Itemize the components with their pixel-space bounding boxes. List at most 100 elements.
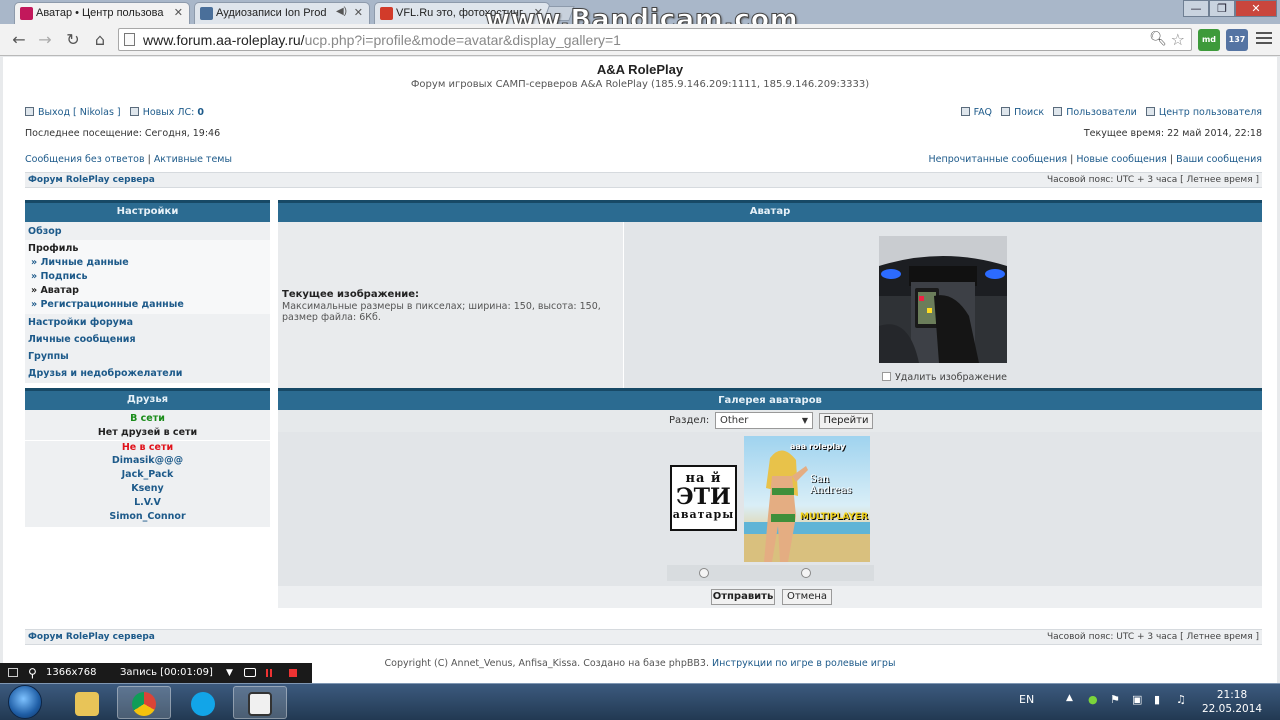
forward-arrow-icon[interactable]: → <box>34 30 56 50</box>
nav-personal-data[interactable]: » Личные данные <box>25 256 270 270</box>
vk-extension-icon[interactable]: 137 <box>1226 29 1248 51</box>
nav-registration[interactable]: » Регистрационные данные <box>25 298 270 312</box>
new-posts-link[interactable]: Новые сообщения <box>1076 154 1167 165</box>
gallery-radio-1[interactable] <box>699 568 709 578</box>
window-mode-icon[interactable] <box>8 668 18 677</box>
new-pm-link[interactable]: Новых ЛС: <box>143 107 195 118</box>
footer-forum-link[interactable]: Форум RolePlay сервера <box>28 630 155 644</box>
bookmark-star-icon[interactable]: ☆ <box>1171 30 1185 49</box>
md-extension-icon[interactable]: md <box>1198 29 1220 51</box>
gallery-radio-2[interactable] <box>801 568 811 578</box>
gallery-avatar-1-line3: аватары <box>672 508 735 521</box>
nav-avatar[interactable]: » Аватар <box>25 284 270 298</box>
footer-breadcrumb: Форум RolePlay сервера Часовой пояс: UTC… <box>25 629 1262 645</box>
gallery-avatar-2[interactable]: aaa roleplay San Andreas MULTIPLAYER <box>744 436 870 562</box>
skype-icon <box>191 692 215 716</box>
taskbar-clock[interactable]: 21:18 22.05.2014 <box>1198 688 1266 716</box>
action-center-flag-icon[interactable]: ⚑ <box>1110 693 1120 706</box>
language-indicator[interactable]: EN <box>1019 693 1034 706</box>
vk-favicon-icon <box>200 7 213 20</box>
start-button[interactable] <box>8 685 42 719</box>
home-icon[interactable]: ⌂ <box>89 30 111 50</box>
go-button[interactable]: Перейти <box>819 413 873 429</box>
separator: | <box>1070 154 1074 165</box>
maximize-button[interactable]: ❐ <box>1209 0 1235 17</box>
friend-item[interactable]: Kseny <box>25 482 270 496</box>
gallery-avatar-1[interactable]: на й ЭТИ аватары <box>670 465 737 531</box>
section-select[interactable]: Other ▼ <box>715 412 813 429</box>
friends-offline-label: Не в сети <box>25 440 270 454</box>
recorder-status: Запись [00:01:09] <box>120 667 213 678</box>
samp-top-text: aaa roleplay <box>790 442 846 451</box>
zoom-icon[interactable]: 🔍︎ <box>1149 31 1167 47</box>
settings-header: Настройки <box>25 200 270 222</box>
recorder-dropdown-icon[interactable]: ▼ <box>226 663 233 683</box>
camera-icon[interactable] <box>244 668 256 677</box>
gallery-grid: на й ЭТИ аватары aaa roleplay San Andrea… <box>278 432 1262 586</box>
tray-device-icon[interactable]: ▣ <box>1132 693 1142 706</box>
quick-links-right: Непрочитанные сообщения | Новые сообщени… <box>929 154 1262 165</box>
reload-icon[interactable]: ↻ <box>62 30 84 50</box>
bandicam-icon <box>248 692 272 716</box>
screen: Аватар • Центр пользова ✕ Аудиозаписи Io… <box>0 0 1280 720</box>
breadcrumb-forum-link[interactable]: Форум RolePlay сервера <box>28 173 155 187</box>
friend-item[interactable]: Jack_Pack <box>25 468 270 482</box>
gallery-section-row: Раздел: Other ▼ Перейти <box>278 410 1262 432</box>
faq-link[interactable]: FAQ <box>974 107 992 118</box>
nav-signature[interactable]: » Подпись <box>25 270 270 284</box>
instructions-link[interactable]: Инструкции по игре в ролевые игры <box>712 658 895 669</box>
taskbar-bandicam[interactable] <box>233 686 287 719</box>
logout-link[interactable]: Выход [ Nikolas ] <box>38 107 121 118</box>
unread-link[interactable]: Непрочитанные сообщения <box>929 154 1068 165</box>
members-link[interactable]: Пользователи <box>1066 107 1137 118</box>
tab-title: Аудиозаписи Ion Prod <box>216 7 327 19</box>
nav-forum-settings[interactable]: Настройки форума <box>25 314 270 331</box>
tab-audio[interactable]: Аудиозаписи Ion Prod ◀) ✕ <box>194 2 370 24</box>
tray-expand-icon[interactable]: ▲ <box>1066 693 1073 703</box>
tray-app-icon[interactable]: ● <box>1088 693 1098 706</box>
volume-icon[interactable]: ♫ <box>1176 693 1186 706</box>
quick-links-left: Сообщения без ответов | Активные темы <box>25 154 232 165</box>
address-bar[interactable]: www.forum.aa-roleplay.ru/ucp.php?i=profi… <box>118 28 1192 51</box>
taskbar-explorer[interactable] <box>60 686 114 719</box>
taskbar-skype[interactable] <box>176 686 230 719</box>
nav-overview[interactable]: Обзор <box>25 223 270 240</box>
nav-friends-foes[interactable]: Друзья и недоброжелатели <box>25 365 270 382</box>
search-link[interactable]: Поиск <box>1014 107 1044 118</box>
menu-icon[interactable] <box>1256 32 1272 46</box>
unanswered-link[interactable]: Сообщения без ответов <box>25 154 145 165</box>
tab-avatar[interactable]: Аватар • Центр пользова ✕ <box>14 2 190 24</box>
submit-button[interactable]: Отправить <box>711 589 775 605</box>
friend-item[interactable]: L.V.V <box>25 496 270 510</box>
close-tab-icon[interactable]: ✕ <box>354 6 363 19</box>
avatar-size-hint: Максимальные размеры в пикселах; ширина:… <box>282 301 601 323</box>
car-interior-photo <box>879 236 1007 363</box>
close-window-button[interactable]: ✕ <box>1235 0 1277 17</box>
search-icon[interactable]: ⚲ <box>28 663 37 683</box>
page-icon <box>124 33 135 46</box>
gallery-avatar-1-line2: ЭТИ <box>676 484 731 510</box>
network-icon[interactable]: ▮ <box>1154 693 1160 706</box>
ucp-link[interactable]: Центр пользователя <box>1159 107 1262 118</box>
nav-private-messages[interactable]: Личные сообщения <box>25 331 270 348</box>
minimize-button[interactable]: — <box>1183 0 1209 17</box>
submit-row: Отправить Отмена <box>278 586 1262 608</box>
friend-item[interactable]: Simon_Connor <box>25 510 270 524</box>
close-tab-icon[interactable]: ✕ <box>174 6 183 19</box>
nav-groups[interactable]: Группы <box>25 348 270 365</box>
samp-bottom-text: MULTIPLAYER <box>800 512 869 522</box>
avatar-header: Аватар <box>278 200 1262 222</box>
pause-icon[interactable] <box>266 669 268 677</box>
your-posts-link[interactable]: Ваши сообщения <box>1176 154 1262 165</box>
taskbar-chrome[interactable] <box>117 686 171 719</box>
forum-favicon-icon <box>20 7 33 20</box>
stop-icon[interactable] <box>289 669 297 677</box>
friend-item[interactable]: Dimasik@@@ <box>25 454 270 468</box>
delete-avatar-checkbox[interactable] <box>882 372 891 381</box>
dropdown-arrow-icon: ▼ <box>801 416 808 425</box>
back-arrow-icon[interactable]: ← <box>8 30 30 50</box>
current-avatar-image <box>879 236 1007 363</box>
breadcrumb: Форум RolePlay сервера Часовой пояс: UTC… <box>25 172 1262 188</box>
active-topics-link[interactable]: Активные темы <box>154 154 232 165</box>
cancel-button[interactable]: Отмена <box>782 589 832 605</box>
